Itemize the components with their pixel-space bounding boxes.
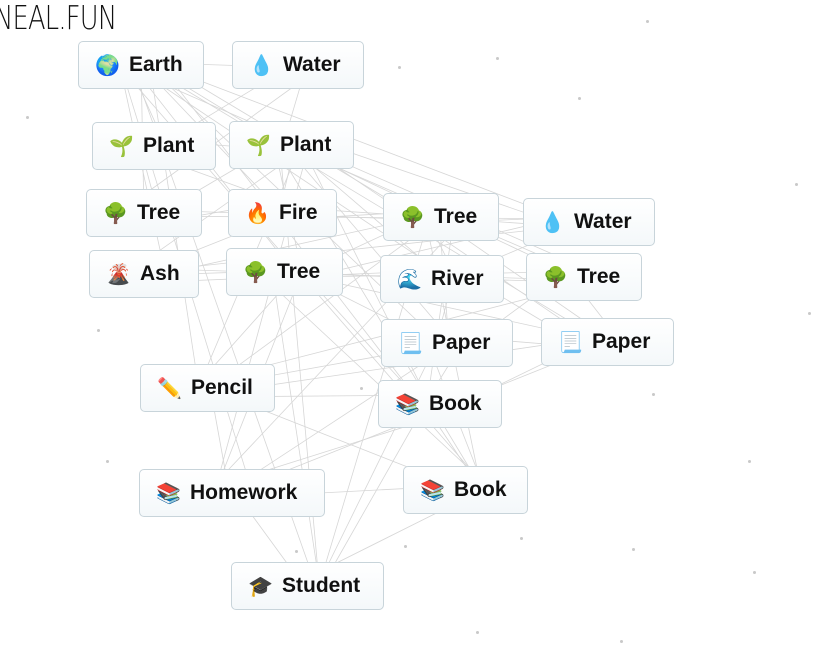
tree-icon: 🌳 (400, 206, 425, 229)
scroll-icon: 📃 (398, 332, 423, 355)
element-plant[interactable]: 🌱 Plant (229, 121, 354, 169)
droplet-icon: 💧 (540, 211, 565, 234)
connection-line (135, 71, 590, 271)
background-dot (748, 460, 751, 463)
background-dot (295, 550, 298, 553)
element-tree[interactable]: 🌳 Tree (526, 253, 642, 301)
element-label: Tree (577, 265, 621, 288)
background-dot (398, 66, 401, 69)
element-label: Ash (140, 262, 180, 285)
element-water[interactable]: 💧 Water (523, 198, 655, 246)
element-homework[interactable]: 📚 Homework (139, 469, 325, 517)
background-dot (26, 116, 29, 119)
wave-icon: 🌊 (397, 268, 422, 291)
element-label: Water (283, 53, 341, 76)
background-dot (632, 548, 635, 551)
element-river[interactable]: 🌊 River (380, 255, 504, 303)
element-label: Plant (280, 133, 332, 156)
connection-line (290, 151, 449, 337)
element-label: Homework (190, 481, 298, 504)
element-label: Paper (592, 330, 651, 353)
background-dot (476, 631, 479, 634)
connection-line (130, 64, 453, 280)
books-icon: 📚 (156, 482, 181, 505)
element-label: Earth (129, 53, 183, 76)
fire-icon: 🔥 (245, 202, 270, 225)
seedling-icon: 🌱 (246, 134, 271, 157)
element-label: Student (282, 574, 361, 597)
neal-fun-logo[interactable]: NEAL.FUN (0, 0, 117, 37)
element-label: Fire (279, 201, 318, 224)
graduation-cap-icon: 🎓 (248, 575, 273, 598)
element-label: Tree (277, 260, 321, 283)
background-dot (106, 460, 109, 463)
element-tree[interactable]: 🌳 Tree (383, 193, 499, 241)
element-book[interactable]: 📚 Book (403, 466, 528, 514)
scroll-icon: 📃 (558, 331, 583, 354)
droplet-icon: 💧 (249, 54, 274, 77)
element-label: Pencil (191, 376, 253, 399)
element-label: Water (574, 210, 632, 233)
element-label: Book (429, 392, 482, 415)
element-label: Book (454, 478, 507, 501)
element-pencil[interactable]: ✏️ Pencil (140, 364, 275, 412)
element-book[interactable]: 📚 Book (378, 380, 502, 428)
element-label: Tree (137, 201, 181, 224)
element-paper[interactable]: 📃 Paper (541, 318, 674, 366)
books-icon: 📚 (395, 393, 420, 416)
seedling-icon: 🌱 (109, 135, 134, 158)
element-label: Tree (434, 205, 478, 228)
background-dot (646, 20, 649, 23)
tree-icon: 🌳 (543, 266, 568, 289)
element-label: River (431, 267, 484, 290)
background-dot (97, 329, 100, 332)
background-dot (360, 387, 363, 390)
element-tree[interactable]: 🌳 Tree (226, 248, 343, 296)
background-dot (795, 183, 798, 186)
element-earth[interactable]: 🌍 Earth (78, 41, 204, 89)
tree-icon: 🌳 (243, 261, 268, 284)
books-icon: 📚 (420, 479, 445, 502)
background-dot (496, 57, 499, 60)
background-dot (404, 545, 407, 548)
globe-icon: 🌍 (95, 54, 120, 77)
pencil-icon: ✏️ (157, 377, 182, 400)
connection-line (271, 266, 321, 592)
background-dot (520, 537, 523, 540)
connection-line (155, 63, 575, 224)
element-fire[interactable]: 🔥 Fire (228, 189, 337, 237)
background-dot (620, 640, 623, 643)
element-paper[interactable]: 📃 Paper (381, 319, 513, 367)
connection-line (152, 224, 581, 272)
volcano-icon: 🌋 (106, 263, 131, 286)
element-student[interactable]: 🎓 Student (231, 562, 384, 610)
element-water[interactable]: 💧 Water (232, 41, 364, 89)
background-dot (652, 393, 655, 396)
element-ash[interactable]: 🌋 Ash (89, 250, 199, 298)
element-plant[interactable]: 🌱 Plant (92, 122, 216, 170)
element-label: Plant (143, 134, 195, 157)
background-dot (578, 97, 581, 100)
background-dot (753, 571, 756, 574)
tree-icon: 🌳 (103, 202, 128, 225)
element-label: Paper (432, 331, 491, 354)
background-dot (808, 312, 811, 315)
element-tree[interactable]: 🌳 Tree (86, 189, 202, 237)
